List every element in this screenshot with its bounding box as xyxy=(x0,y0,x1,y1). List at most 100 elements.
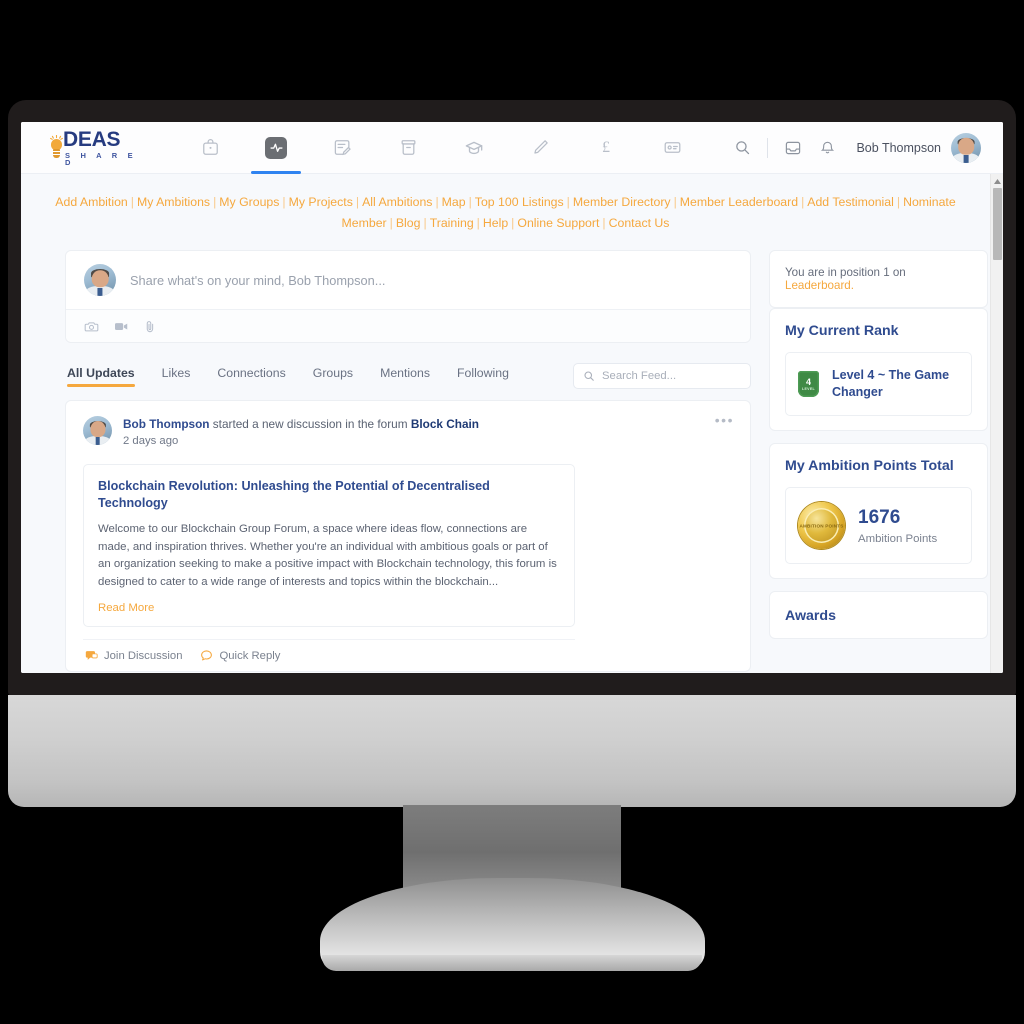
post-header: Bob Thompson started a new discussion in… xyxy=(83,416,733,450)
logo-primary-text: DEAS xyxy=(63,127,121,151)
comment-icon xyxy=(201,650,213,661)
note-edit-icon xyxy=(334,140,351,156)
join-discussion-button[interactable]: Join Discussion xyxy=(85,649,182,662)
feed-tab-following[interactable]: Following xyxy=(457,366,509,387)
screen: DEAS S H A R E D £ Bob Thompson Add Ambi… xyxy=(21,122,1003,673)
post-author[interactable]: Bob Thompson xyxy=(123,417,210,431)
post-excerpt: Welcome to our Blockchain Group Forum, a… xyxy=(98,523,557,588)
avatar[interactable] xyxy=(951,132,981,163)
feed-tabs: All Updates Likes Connections Groups Mention… xyxy=(65,363,751,389)
search-feed-input[interactable]: Search Feed... xyxy=(573,363,751,389)
quick-link-separator: | xyxy=(468,195,472,209)
pencil-icon xyxy=(533,140,548,154)
ambition-points-values: 1676 Ambition Points xyxy=(858,507,937,545)
quick-link-all-ambitions[interactable]: All Ambitions xyxy=(362,195,432,209)
feed-tab-likes[interactable]: Likes xyxy=(162,366,191,387)
leaderboard-position-card: You are in position 1 on Leaderboard. xyxy=(769,250,988,308)
search-icon xyxy=(584,371,594,381)
quick-link-my-groups[interactable]: My Groups xyxy=(219,195,279,209)
quick-link-contact-us[interactable]: Contact Us xyxy=(609,216,670,230)
sidebar: You are in position 1 on Leaderboard. My… xyxy=(769,250,988,639)
composer-toolbar xyxy=(66,309,750,342)
quick-link-separator: | xyxy=(673,195,677,209)
page-scrollbar[interactable] xyxy=(990,174,1003,673)
monitor-scene: DEAS S H A R E D £ Bob Thompson Add Ambi… xyxy=(0,0,1024,1024)
lightbulb-base xyxy=(53,148,60,158)
level-badge-number: 4 xyxy=(805,376,811,387)
nav-item-projects[interactable] xyxy=(375,122,441,174)
primary-nav: £ xyxy=(177,122,705,174)
logo[interactable]: DEAS S H A R E D xyxy=(49,129,141,167)
current-rank-text: Level 4 ~ The Game Changer xyxy=(832,368,950,399)
quick-link-separator: | xyxy=(130,195,134,209)
topbar-right-cluster: Bob Thompson xyxy=(725,122,981,174)
level-badge-label: LEVEL xyxy=(801,386,816,391)
bell-icon xyxy=(820,141,835,154)
ambition-points-value: 1676 xyxy=(858,506,901,528)
avatar xyxy=(84,264,116,296)
read-more-link[interactable]: Read More xyxy=(98,602,560,614)
search-button[interactable] xyxy=(725,122,759,174)
post-body-box: Blockchain Revolution: Unleashing the Po… xyxy=(83,464,575,627)
feed-tab-groups[interactable]: Groups xyxy=(313,366,353,387)
logo-wordmark: DEAS S H A R E D xyxy=(63,129,141,167)
scrollbar-thumb[interactable] xyxy=(993,188,1002,260)
quick-link-map[interactable]: Map xyxy=(442,195,466,209)
topbar-divider xyxy=(767,137,769,158)
medal-label: AMBITION POINTS xyxy=(799,522,844,528)
nav-item-pound[interactable]: £ xyxy=(573,122,639,174)
quick-link-my-projects[interactable]: My Projects xyxy=(289,195,353,209)
notifications-button[interactable] xyxy=(810,122,844,174)
post-title[interactable]: Blockchain Revolution: Unleashing the Po… xyxy=(98,478,560,512)
lightbulb-glass xyxy=(51,138,62,150)
nav-item-directory[interactable] xyxy=(639,122,705,174)
scroll-up-arrow[interactable] xyxy=(991,174,1003,188)
feed-tab-connections[interactable]: Connections xyxy=(217,366,285,387)
quick-link-top-100-listings[interactable]: Top 100 Listings xyxy=(475,195,564,209)
page-content: Add Ambition | My Ambitions | My Groups | My P… xyxy=(21,174,990,673)
inbox-button[interactable] xyxy=(776,122,810,174)
feed-tab-all-updates[interactable]: All Updates xyxy=(67,366,135,387)
quick-reply-label: Quick Reply xyxy=(219,649,281,662)
feed-tab-mentions[interactable]: Mentions xyxy=(380,366,430,387)
composer-input-row[interactable]: Share what's on your mind, Bob Thompson.… xyxy=(66,251,750,309)
quick-link-separator: | xyxy=(355,195,360,209)
medal-icon: AMBITION POINTS xyxy=(798,502,845,549)
post-composer: Share what's on your mind, Bob Thompson.… xyxy=(65,250,751,343)
quick-link-separator: | xyxy=(476,216,480,230)
lightbulb-icon xyxy=(49,134,63,161)
nav-item-marketplace[interactable] xyxy=(177,122,243,174)
quick-link-blog[interactable]: Blog xyxy=(396,216,421,230)
nav-item-ambitions[interactable] xyxy=(309,122,375,174)
quick-link-separator: | xyxy=(566,195,570,209)
quick-link-training[interactable]: Training xyxy=(430,216,474,230)
post-forum-link[interactable]: Block Chain xyxy=(411,417,479,431)
quick-link-help[interactable]: Help xyxy=(483,216,508,230)
leaderboard-link[interactable]: Leaderboard. xyxy=(785,279,854,292)
quick-link-member-leaderboard[interactable]: Member Leaderboard xyxy=(680,195,798,209)
quick-link-separator: | xyxy=(511,216,515,230)
avatar xyxy=(83,416,112,445)
post-actions: Join Discussion Quick Reply xyxy=(83,639,575,671)
quick-link-separator: | xyxy=(435,195,439,209)
quick-link-online-support[interactable]: Online Support xyxy=(517,216,599,230)
top-navigation-bar: DEAS S H A R E D £ Bob Thompson xyxy=(21,122,1003,174)
quick-link-separator: | xyxy=(282,195,286,209)
monitor-bezel: DEAS S H A R E D £ Bob Thompson Add Ambi… xyxy=(8,100,1016,696)
quick-links-bar: Add Ambition | My Ambitions | My Groups | My P… xyxy=(21,174,990,238)
quick-link-add-testimonial[interactable]: Add Testimonial xyxy=(807,195,894,209)
logo-secondary-text: S H A R E D xyxy=(65,150,137,167)
nav-item-training[interactable] xyxy=(441,122,507,174)
quick-reply-button[interactable]: Quick Reply xyxy=(200,649,280,662)
post-menu-button[interactable]: ••• xyxy=(715,413,734,427)
inbox-icon xyxy=(786,141,801,154)
video-icon[interactable] xyxy=(113,319,129,334)
quick-link-add-ambition[interactable]: Add Ambition xyxy=(55,195,127,209)
nav-item-activity[interactable] xyxy=(243,122,309,174)
quick-link-my-ambitions[interactable]: My Ambitions xyxy=(137,195,210,209)
nav-item-blog[interactable] xyxy=(507,122,573,174)
attachment-icon[interactable] xyxy=(143,319,157,334)
current-rank-card: My Current Rank 4 LEVEL Level 4 ~ The Ga… xyxy=(769,308,988,431)
quick-link-member-directory[interactable]: Member Directory xyxy=(573,195,671,209)
camera-icon[interactable] xyxy=(84,319,99,334)
